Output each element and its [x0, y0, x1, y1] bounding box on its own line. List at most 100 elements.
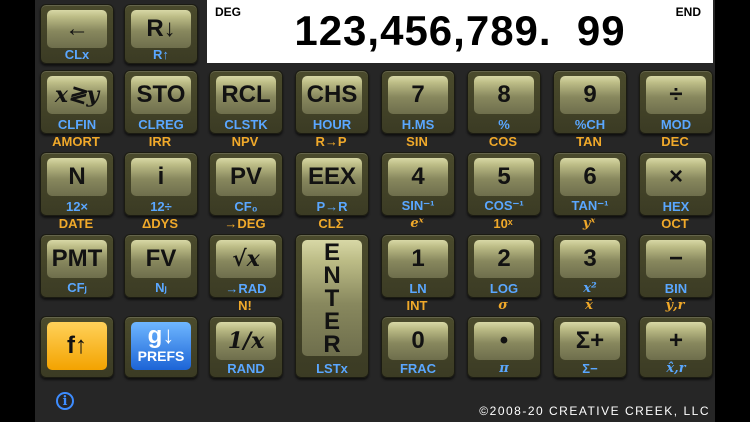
roll-down-key-label: R↓ — [131, 10, 191, 48]
key-1[interactable]: 1 LN — [381, 234, 455, 298]
factorial-label: N! — [238, 298, 252, 313]
sigma-std-label: σ — [498, 298, 508, 313]
pi-label: π — [499, 361, 509, 376]
clreg-label: CLREG — [138, 117, 184, 132]
rand-label: RAND — [227, 361, 265, 376]
key-8[interactable]: 8 % — [467, 70, 541, 134]
backspace-key-label: ← — [47, 10, 107, 48]
key-7[interactable]: 7 H.MS — [381, 70, 455, 134]
key-4-label: 4 — [388, 158, 448, 196]
info-icon[interactable]: i — [56, 392, 74, 410]
swap-xy-key[interactable]: x≷y CLFIN — [40, 70, 114, 134]
bin-label: BIN — [664, 281, 688, 296]
delta-days-label: ΔDYS — [141, 216, 179, 231]
arcsin-label: SIN⁻¹ — [401, 198, 435, 213]
reciprocal-key[interactable]: 1/x RAND — [209, 316, 283, 378]
key-4[interactable]: 4 SIN⁻¹ — [381, 152, 455, 216]
exp-label: eˣ — [410, 216, 424, 231]
calculator-display: DEG END 123,456,789. 99 — [207, 0, 713, 63]
key-5[interactable]: 5 COS⁻¹ — [467, 152, 541, 216]
reciprocal-key-label: 1/x — [216, 322, 276, 360]
divide-key[interactable]: ÷ MOD — [639, 70, 713, 134]
x-estimate-label: x̂,r — [666, 361, 686, 376]
decimal-key[interactable]: • π — [467, 316, 541, 378]
nj-label: Nⱼ — [155, 280, 167, 295]
dec-label: DEC — [661, 134, 689, 149]
hex-label: HEX — [662, 199, 690, 214]
hour-label: HOUR — [312, 117, 352, 132]
f-shift-key[interactable]: f↑ — [40, 316, 114, 378]
to-deg-label: →DEG — [224, 216, 266, 231]
sigma-plus-key[interactable]: Σ+ Σ− — [553, 316, 627, 378]
sqrt-key[interactable]: √x →RAD — [209, 234, 283, 298]
cfj-label: CFⱼ — [67, 280, 87, 295]
oct-label: OCT — [661, 216, 689, 231]
eex-key-label: EEX — [302, 158, 362, 196]
copyright-text: ©2008-20 CREATIVE CREEK, LLC — [479, 404, 710, 418]
key-2-label: 2 — [474, 240, 534, 278]
date-label: DATE — [58, 216, 94, 231]
multiply-key[interactable]: × HEX — [639, 152, 713, 216]
key-9[interactable]: 9 %CH — [553, 70, 627, 134]
enter-key[interactable]: E N T E R LSTx — [295, 234, 369, 378]
log-label: LOG — [489, 281, 519, 296]
enter-letter-e: E — [323, 238, 340, 266]
hms-label: H.MS — [401, 117, 435, 132]
key-6[interactable]: 6 TAN⁻¹ — [553, 152, 627, 216]
key-7-label: 7 — [388, 76, 448, 114]
display-value: 123,456,789. 99 — [294, 7, 626, 54]
key-2[interactable]: 2 LOG — [467, 234, 541, 298]
enter-letter-n: N — [323, 261, 341, 289]
key-3-label: 3 — [560, 240, 620, 278]
key-0-label: 0 — [388, 322, 448, 360]
clear-sigma-label: CLΣ — [318, 216, 344, 231]
add-key-label: + — [646, 322, 706, 360]
pmt-key[interactable]: PMT CFⱼ — [40, 234, 114, 298]
x-mean-label: x̄ — [585, 298, 593, 313]
g-shift-key-face: g↓ PREFS — [131, 322, 191, 370]
chs-key[interactable]: CHS HOUR — [295, 70, 369, 134]
g-shift-key-label: g↓ — [147, 322, 175, 349]
pv-key[interactable]: PV CF₀ — [209, 152, 283, 216]
enter-letter-t: T — [324, 284, 340, 312]
x-squared-label: x² — [583, 281, 597, 296]
key-8-label: 8 — [474, 76, 534, 114]
frac-label: FRAC — [399, 361, 437, 376]
enter-letter-e2: E — [323, 307, 340, 335]
sto-key[interactable]: STO CLREG — [124, 70, 198, 134]
backspace-key[interactable]: ← CLx — [40, 4, 114, 64]
n-key-label: N — [47, 158, 107, 196]
rcl-key[interactable]: RCL CLSTK — [209, 70, 283, 134]
key-0[interactable]: 0 FRAC — [381, 316, 455, 378]
int-label: INT — [406, 298, 428, 313]
irr-label: IRR — [148, 134, 172, 149]
roll-up-label: R↑ — [153, 47, 169, 62]
sqrt-key-label: √x — [216, 240, 276, 278]
tan-label: TAN — [576, 134, 602, 149]
left-margin — [0, 0, 35, 422]
npv-label: NPV — [231, 134, 259, 149]
y-power-x-label: yˣ — [582, 216, 596, 231]
r-to-p-label: R→P — [315, 134, 347, 149]
subtract-key[interactable]: − BIN — [639, 234, 713, 298]
fv-key[interactable]: FV Nⱼ — [124, 234, 198, 298]
n-key[interactable]: N 12× — [40, 152, 114, 216]
arctan-label: TAN⁻¹ — [571, 198, 609, 213]
divide-key-label: ÷ — [646, 76, 706, 114]
sin-label: SIN — [406, 134, 428, 149]
swap-xy-key-label: x≷y — [47, 76, 107, 114]
g-shift-key[interactable]: g↓ PREFS — [124, 316, 198, 378]
key-1-label: 1 — [388, 240, 448, 278]
roll-down-key[interactable]: R↓ R↑ — [124, 4, 198, 64]
arccos-label: COS⁻¹ — [484, 198, 524, 213]
pv-key-label: PV — [216, 158, 276, 196]
enter-key-label: E N T E R — [302, 240, 362, 356]
sigma-minus-label: Σ− — [582, 361, 598, 376]
clear-x-label: CLx — [64, 47, 90, 62]
add-key[interactable]: + x̂,r — [639, 316, 713, 378]
i-key[interactable]: i 12÷ — [124, 152, 198, 216]
decimal-key-label: • — [474, 322, 534, 360]
key-3[interactable]: 3 x² — [553, 234, 627, 298]
fv-key-label: FV — [131, 240, 191, 278]
eex-key[interactable]: EEX P→R — [295, 152, 369, 216]
